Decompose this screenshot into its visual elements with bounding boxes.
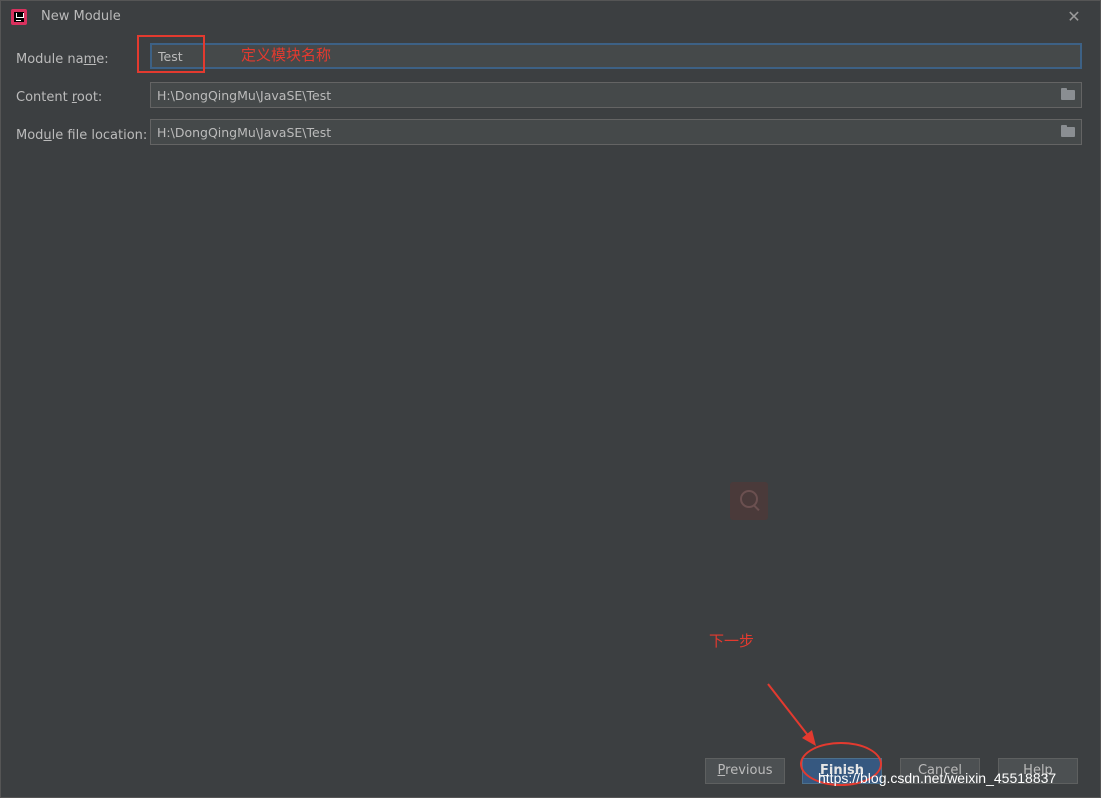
module-file-location-input[interactable]: H:\DongQingMu\JavaSE\Test (150, 119, 1082, 145)
next-step-annotation: 下一步 (709, 632, 755, 650)
window-title: New Module (41, 9, 121, 24)
module-file-location-value: H:\DongQingMu\JavaSE\Test (157, 125, 332, 140)
watermark-url: https://blog.csdn.net/weixin_45518837 (818, 770, 1057, 786)
title-bar: New Module ✕ (1, 1, 1100, 32)
close-icon[interactable]: ✕ (1064, 6, 1084, 28)
module-file-location-label: Module file location: (16, 128, 148, 143)
content-root-input[interactable]: H:\DongQingMu\JavaSE\Test (150, 82, 1082, 108)
search-icon (730, 482, 768, 520)
define-name-annotation: 定义模块名称 (241, 46, 332, 64)
module-name-highlight (137, 35, 205, 73)
module-name-label: Module name: (16, 52, 109, 67)
content-root-value: H:\DongQingMu\JavaSE\Test (157, 88, 332, 103)
folder-icon[interactable] (1061, 88, 1075, 100)
intellij-app-icon (11, 9, 27, 25)
folder-icon[interactable] (1061, 125, 1075, 137)
previous-button[interactable]: Previous (705, 758, 785, 784)
content-root-label: Content root: (16, 90, 103, 105)
